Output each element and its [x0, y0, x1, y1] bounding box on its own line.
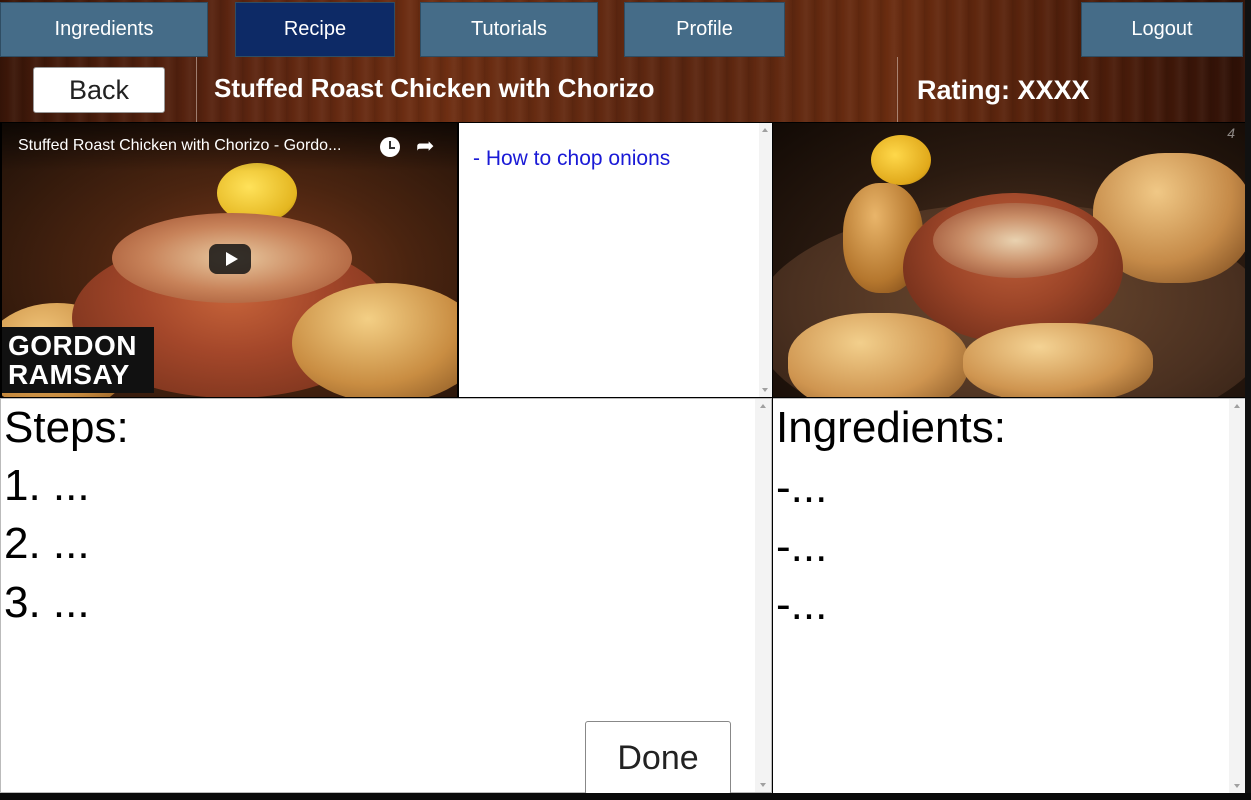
header-divider [897, 57, 898, 122]
rating-label: Rating: XXXX [917, 75, 1090, 105]
ingredient-item: -... [776, 522, 828, 571]
play-icon[interactable] [209, 244, 251, 274]
window-bottom-edge [0, 793, 1251, 800]
step-item: 3. ... [4, 578, 90, 627]
step-item: 2. ... [4, 519, 90, 568]
window-edge [1245, 0, 1251, 800]
recipe-title: Stuffed Roast Chicken with Chorizo [214, 73, 655, 103]
ingredients-scrollbar[interactable] [1229, 399, 1245, 793]
scroll-down-icon[interactable] [762, 388, 768, 392]
scroll-down-icon[interactable] [760, 783, 766, 787]
steps-heading: Steps: [4, 403, 129, 452]
clock-icon[interactable] [380, 137, 400, 157]
logout-button[interactable]: Logout [1081, 2, 1243, 57]
tutorials-panel: - How to chop onions [459, 123, 772, 397]
dish-chicken [788, 313, 968, 397]
scroll-up-icon[interactable] [760, 404, 766, 408]
ingredient-item: -... [776, 463, 828, 512]
channel-logo: GORDON RAMSAY [2, 327, 154, 393]
dish-lemon [871, 135, 931, 185]
tab-profile[interactable]: Profile [624, 2, 785, 57]
tab-recipe[interactable]: Recipe [235, 2, 395, 57]
tab-ingredients[interactable]: Ingredients [0, 2, 208, 57]
tutorial-link-chop-onions[interactable]: - How to chop onions [473, 147, 670, 171]
scroll-up-icon[interactable] [1234, 404, 1240, 408]
tutorials-scrollbar[interactable] [759, 123, 772, 397]
dish-chicken [963, 323, 1153, 397]
channel-logo-line: RAMSAY [8, 359, 130, 390]
channel-watermark: 4 [1227, 125, 1235, 141]
steps-panel: Steps: 1. ... 2. ... 3. ... Done [0, 398, 772, 795]
tab-tutorials[interactable]: Tutorials [420, 2, 598, 57]
dish-image: 4 [773, 123, 1245, 397]
ingredients-panel: Ingredients: -... -... -... [773, 398, 1245, 793]
scroll-down-icon[interactable] [1234, 784, 1240, 788]
share-icon[interactable]: ➦ [416, 135, 434, 157]
video-player[interactable]: Stuffed Roast Chicken with Chorizo - Gor… [2, 123, 457, 397]
ingredient-item: -... [776, 580, 828, 629]
step-item: 1. ... [4, 461, 90, 510]
steps-scrollbar[interactable] [755, 399, 771, 792]
back-button[interactable]: Back [33, 67, 165, 113]
done-button[interactable]: Done [585, 721, 731, 795]
ingredients-heading: Ingredients: [776, 403, 1006, 452]
scroll-up-icon[interactable] [762, 128, 768, 132]
dish-filling [933, 203, 1098, 278]
header-divider [196, 57, 197, 122]
video-title[interactable]: Stuffed Roast Chicken with Chorizo - Gor… [18, 137, 341, 155]
channel-logo-line: GORDON [8, 330, 137, 361]
